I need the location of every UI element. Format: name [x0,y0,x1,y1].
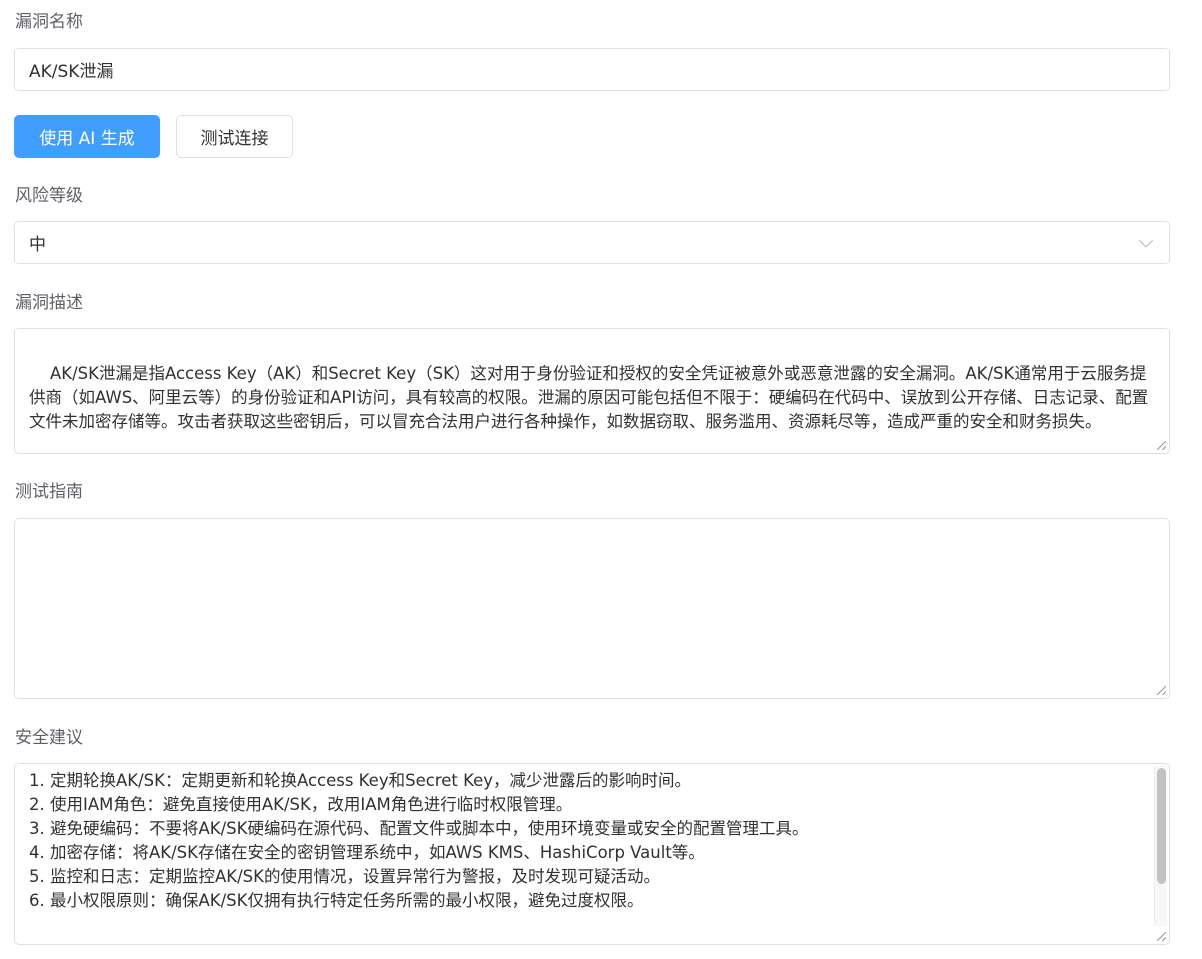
resize-handle-icon[interactable] [1157,932,1166,941]
test-connection-button[interactable]: 测试连接 [176,115,293,158]
security-advice-textarea[interactable]: 1. 定期轮换AK/SK：定期更新和轮换Access Key和Secret Ke… [14,763,1170,945]
advice-line: 6. 最小权限原则：确保AK/SK仅拥有执行特定任务所需的最小权限，避免过度权限… [29,891,644,910]
vuln-name-input[interactable]: AK/SK泄漏 [14,48,1170,91]
security-advice-label: 安全建议 [15,728,83,748]
advice-line: 4. 加密存储：将AK/SK存储在安全的密钥管理系统中，如AWS KMS、Has… [29,843,705,862]
resize-handle-icon[interactable] [1157,441,1166,450]
scrollbar-track[interactable] [1154,766,1167,926]
risk-level-select[interactable]: 中 [14,221,1170,264]
vuln-desc-label: 漏洞描述 [15,293,83,313]
vuln-name-label: 漏洞名称 [15,12,83,32]
risk-level-value: 中 [29,235,46,255]
advice-line: 1. 定期轮换AK/SK：定期更新和轮换Access Key和Secret Ke… [29,771,691,790]
ai-generate-button[interactable]: 使用 AI 生成 [14,115,160,158]
risk-level-label: 风险等级 [15,186,83,206]
vuln-desc-textarea[interactable]: AK/SK泄漏是指Access Key（AK）和Secret Key（SK）这对… [14,328,1170,454]
advice-line: 5. 监控和日志：定期监控AK/SK的使用情况，设置异常行为警报，及时发现可疑活… [29,867,660,886]
test-guide-textarea[interactable] [14,518,1170,699]
security-advice-lines: 1. 定期轮换AK/SK：定期更新和轮换Access Key和Secret Ke… [29,769,1143,913]
vuln-desc-text: AK/SK泄漏是指Access Key（AK）和Secret Key（SK）这对… [29,364,1149,431]
resize-handle-icon[interactable] [1157,686,1166,695]
advice-line: 2. 使用IAM角色：避免直接使用AK/SK，改用IAM角色进行临时权限管理。 [29,795,573,814]
test-guide-label: 测试指南 [15,482,83,502]
vulnerability-form: 漏洞名称 AK/SK泄漏 使用 AI 生成 测试连接 风险等级 中 漏洞描述 A… [0,0,1202,959]
scrollbar-thumb[interactable] [1157,768,1166,884]
advice-line: 3. 避免硬编码：不要将AK/SK硬编码在源代码、配置文件或脚本中，使用环境变量… [29,819,809,838]
chevron-down-icon [1138,232,1154,248]
